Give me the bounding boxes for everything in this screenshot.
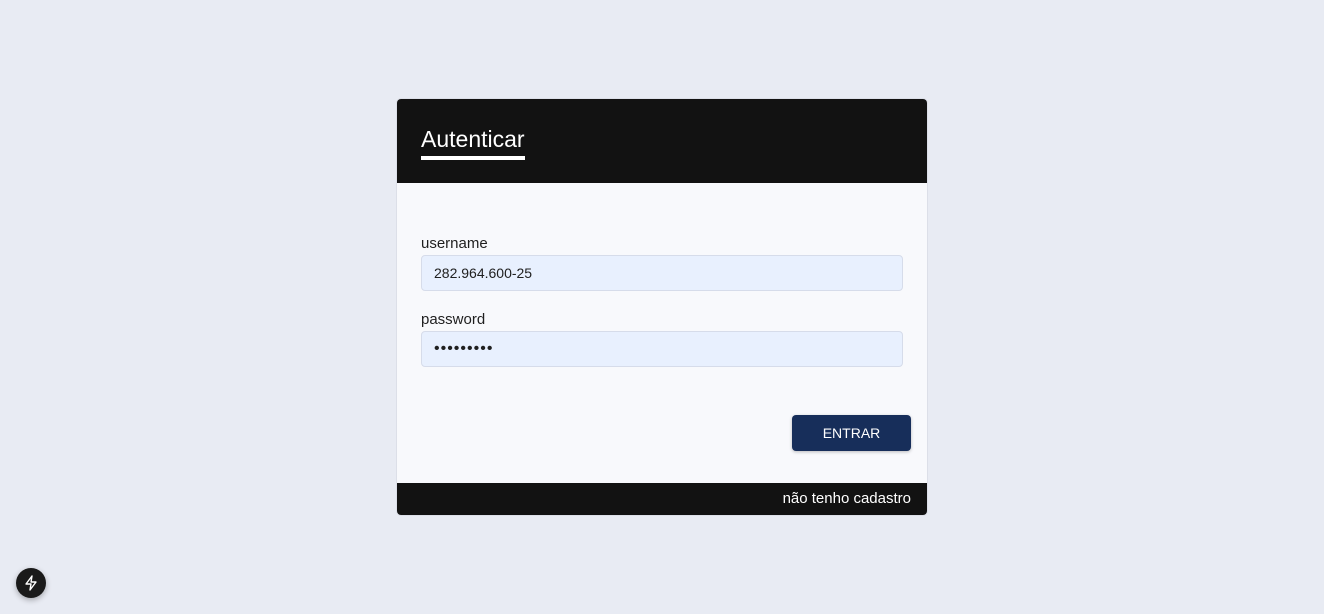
dev-tools-badge[interactable] xyxy=(16,568,46,598)
login-card: Autenticar username password ENTRAR não … xyxy=(397,99,927,515)
username-input[interactable] xyxy=(421,255,903,291)
password-label: password xyxy=(421,311,486,328)
login-form: username password ENTRAR xyxy=(397,183,927,483)
login-title: Autenticar xyxy=(421,125,525,160)
username-label: username xyxy=(421,235,488,252)
login-header: Autenticar xyxy=(397,99,927,183)
lightning-bolt-icon xyxy=(25,575,37,591)
password-input[interactable] xyxy=(421,331,903,367)
submit-button[interactable]: ENTRAR xyxy=(792,415,911,451)
login-footer: não tenho cadastro xyxy=(397,483,927,515)
register-link[interactable]: não tenho cadastro xyxy=(783,490,911,507)
